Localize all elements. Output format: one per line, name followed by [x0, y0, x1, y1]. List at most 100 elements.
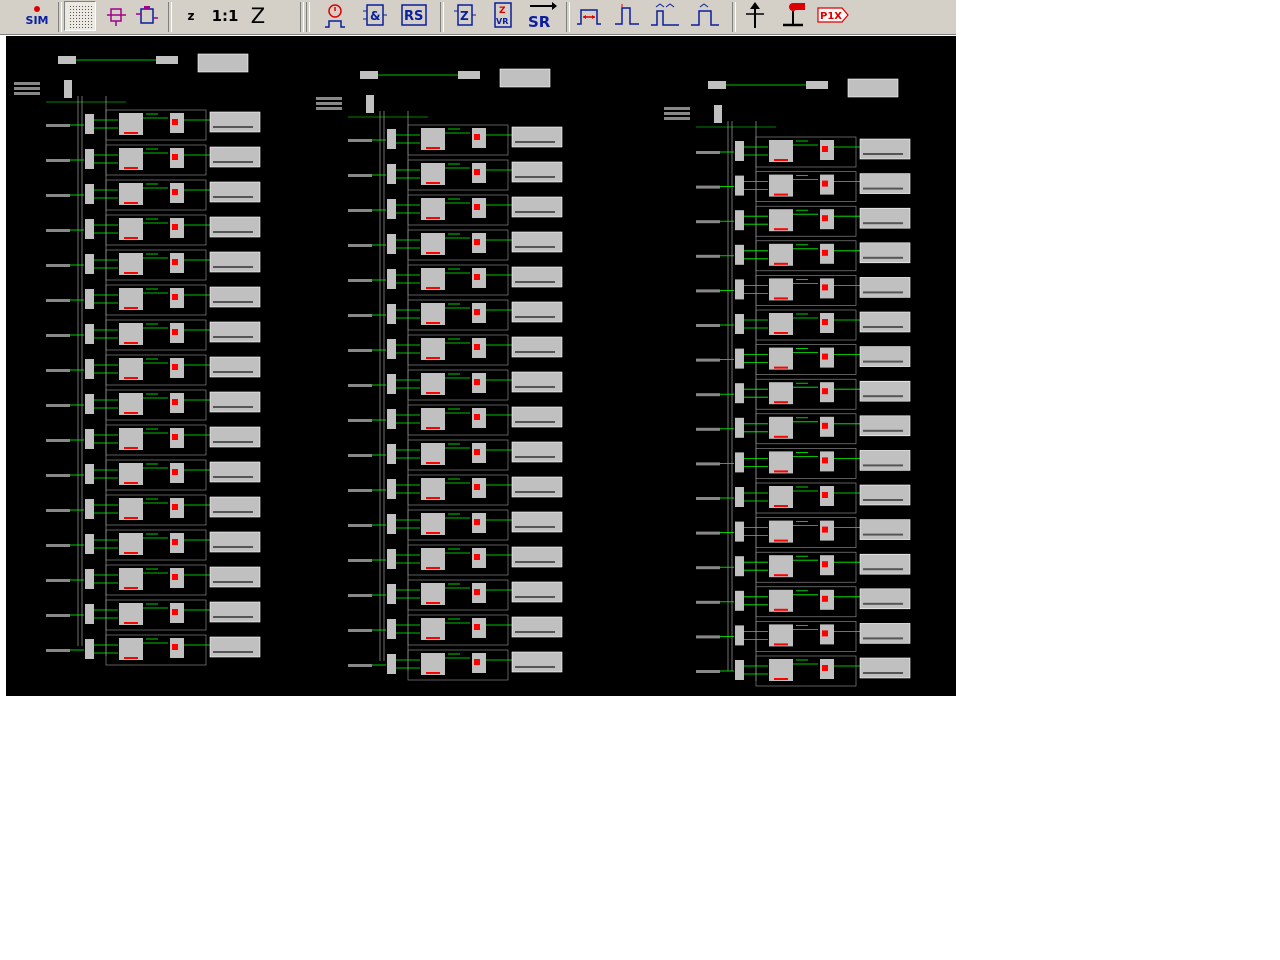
- pulse-width-button[interactable]: [574, 1, 604, 31]
- section-1-row-output-block: [209, 566, 261, 588]
- section-1-row-input-tag: [46, 544, 70, 547]
- zoom-in-button[interactable]: Z: [243, 1, 273, 31]
- section-1-row-logic-block: [119, 358, 143, 380]
- zoom-out-label: z: [187, 9, 195, 23]
- section-3-row-marker: [774, 608, 788, 611]
- pulse-button[interactable]: [612, 1, 642, 31]
- section-3-row-logic-block: [769, 278, 793, 301]
- section-2-row-marker: [474, 554, 480, 560]
- section-2-row-marker: [426, 532, 440, 534]
- wiping-relay-icon: [651, 3, 679, 26]
- toolbar: SIM z 1:1 Z & RS Z Z VR SR P1X: [0, 0, 956, 35]
- section-3-row-input-block: [735, 141, 744, 161]
- grid-toggle-button[interactable]: [64, 1, 96, 31]
- section-1-row-input-block: [85, 464, 94, 484]
- section-2-row-output-label: [515, 281, 555, 283]
- connector-icon: [107, 8, 126, 26]
- section-3-row-output-block: [859, 450, 911, 471]
- section-2-row-input-block: [387, 164, 396, 184]
- section-3-row-marker: [822, 492, 828, 498]
- rs-flipflop-button[interactable]: RS: [398, 1, 432, 31]
- section-1-row-output-label: [213, 336, 253, 338]
- section-3-row-output-block: [859, 346, 911, 367]
- input-terminal-button[interactable]: [740, 1, 770, 31]
- section-3-row-input-tag: [696, 427, 720, 431]
- section-1-row-input-tag: [46, 299, 70, 302]
- section-1-row-marker: [172, 119, 178, 125]
- zoom-out-button[interactable]: z: [176, 1, 206, 31]
- timer-block-button[interactable]: [320, 1, 350, 31]
- section-2-input-tag: [316, 107, 342, 110]
- wiping-relay-button[interactable]: [650, 1, 680, 31]
- parameter-button[interactable]: P1X: [816, 1, 850, 31]
- section-1-row-input-tag: [46, 509, 70, 512]
- section-1-row-output-label: [213, 651, 253, 653]
- section-2-row-marker: [474, 379, 480, 385]
- section-2-row-output-label: [515, 386, 555, 388]
- section-1-row-output-block: [209, 601, 261, 623]
- section-1-row-logic-block: [119, 568, 143, 590]
- section-3-row-output-label: [863, 360, 903, 363]
- section-2-row-input-tag: [348, 349, 372, 352]
- section-1-row-marker: [124, 587, 138, 589]
- section-2-row-input-block: [387, 619, 396, 639]
- section-2-row-output-block: [511, 476, 563, 498]
- diagram-canvas[interactable]: [6, 36, 956, 696]
- zoom-reset-button[interactable]: 1:1: [210, 1, 240, 31]
- section-2-header-output: [499, 68, 551, 88]
- section-3-row-marker: [822, 595, 828, 602]
- toolbar-separator: [168, 2, 172, 32]
- section-3-row-marker: [822, 146, 828, 152]
- section-1-row-marker: [172, 154, 178, 160]
- section-3-row-marker: [822, 665, 828, 671]
- section-3-row-marker: [822, 319, 828, 325]
- section-1-row-output-label: [213, 231, 253, 233]
- section-2-row-input-tag: [348, 209, 372, 212]
- section-1-row-input-tag: [46, 124, 70, 127]
- section-2-header-block: [360, 71, 378, 79]
- module-button[interactable]: [132, 1, 162, 31]
- section-3-row-output-block: [859, 588, 911, 610]
- section-1-row-output-block: [209, 146, 261, 168]
- section-1-row-marker: [124, 377, 138, 379]
- delay-label: Z: [460, 9, 469, 23]
- section-2-row-input-tag: [348, 489, 372, 492]
- delay-block-button[interactable]: Z: [450, 1, 480, 31]
- input-terminal-icon: [746, 2, 764, 28]
- section-1-row-input-block: [85, 149, 94, 169]
- section-3-row-input-tag: [696, 531, 720, 535]
- section-1-row-marker: [124, 202, 138, 204]
- and-block-button[interactable]: &: [360, 1, 390, 31]
- section-1-row-input-block: [85, 499, 94, 519]
- section-3-row-output-label: [863, 429, 903, 432]
- section-3-row-marker: [822, 249, 828, 256]
- section-3-row-logic-block: [769, 659, 793, 681]
- retentive-delay-icon: Z VR: [494, 2, 512, 28]
- edge-trigger-button[interactable]: [690, 1, 720, 31]
- shift-register-button[interactable]: SR: [524, 1, 558, 31]
- section-3-row-marker: [774, 159, 788, 161]
- section-3-header-block: [708, 81, 726, 89]
- section-3-row-output-block: [859, 484, 911, 506]
- ground-terminal-button[interactable]: [778, 1, 808, 31]
- section-3-row-output-label: [863, 256, 903, 259]
- section-1-row-input-block: [85, 324, 94, 344]
- section-1-row-input-tag: [46, 614, 70, 617]
- section-2-row-input-block: [387, 584, 396, 604]
- section-3-row-marker: [774, 332, 788, 334]
- section-3-row-marker: [774, 228, 788, 231]
- section-1-header-block: [156, 56, 178, 64]
- retentive-delay-button[interactable]: Z VR: [488, 1, 518, 31]
- section-3-row-output-label: [863, 395, 903, 398]
- section-3-row-logic-block: [769, 140, 793, 162]
- section-2-row-output-label: [515, 456, 555, 458]
- connect-button[interactable]: [102, 1, 132, 31]
- section-2-row-output-label: [515, 491, 555, 493]
- section-3-row-marker: [774, 297, 788, 300]
- section-2-row-input-tag: [348, 419, 372, 422]
- toolbar-separator: [566, 2, 570, 32]
- simulation-button[interactable]: SIM: [22, 1, 52, 31]
- section-1-row-marker: [124, 342, 138, 344]
- section-1-row-output-block: [209, 216, 261, 238]
- section-1-row-logic-block: [119, 428, 143, 450]
